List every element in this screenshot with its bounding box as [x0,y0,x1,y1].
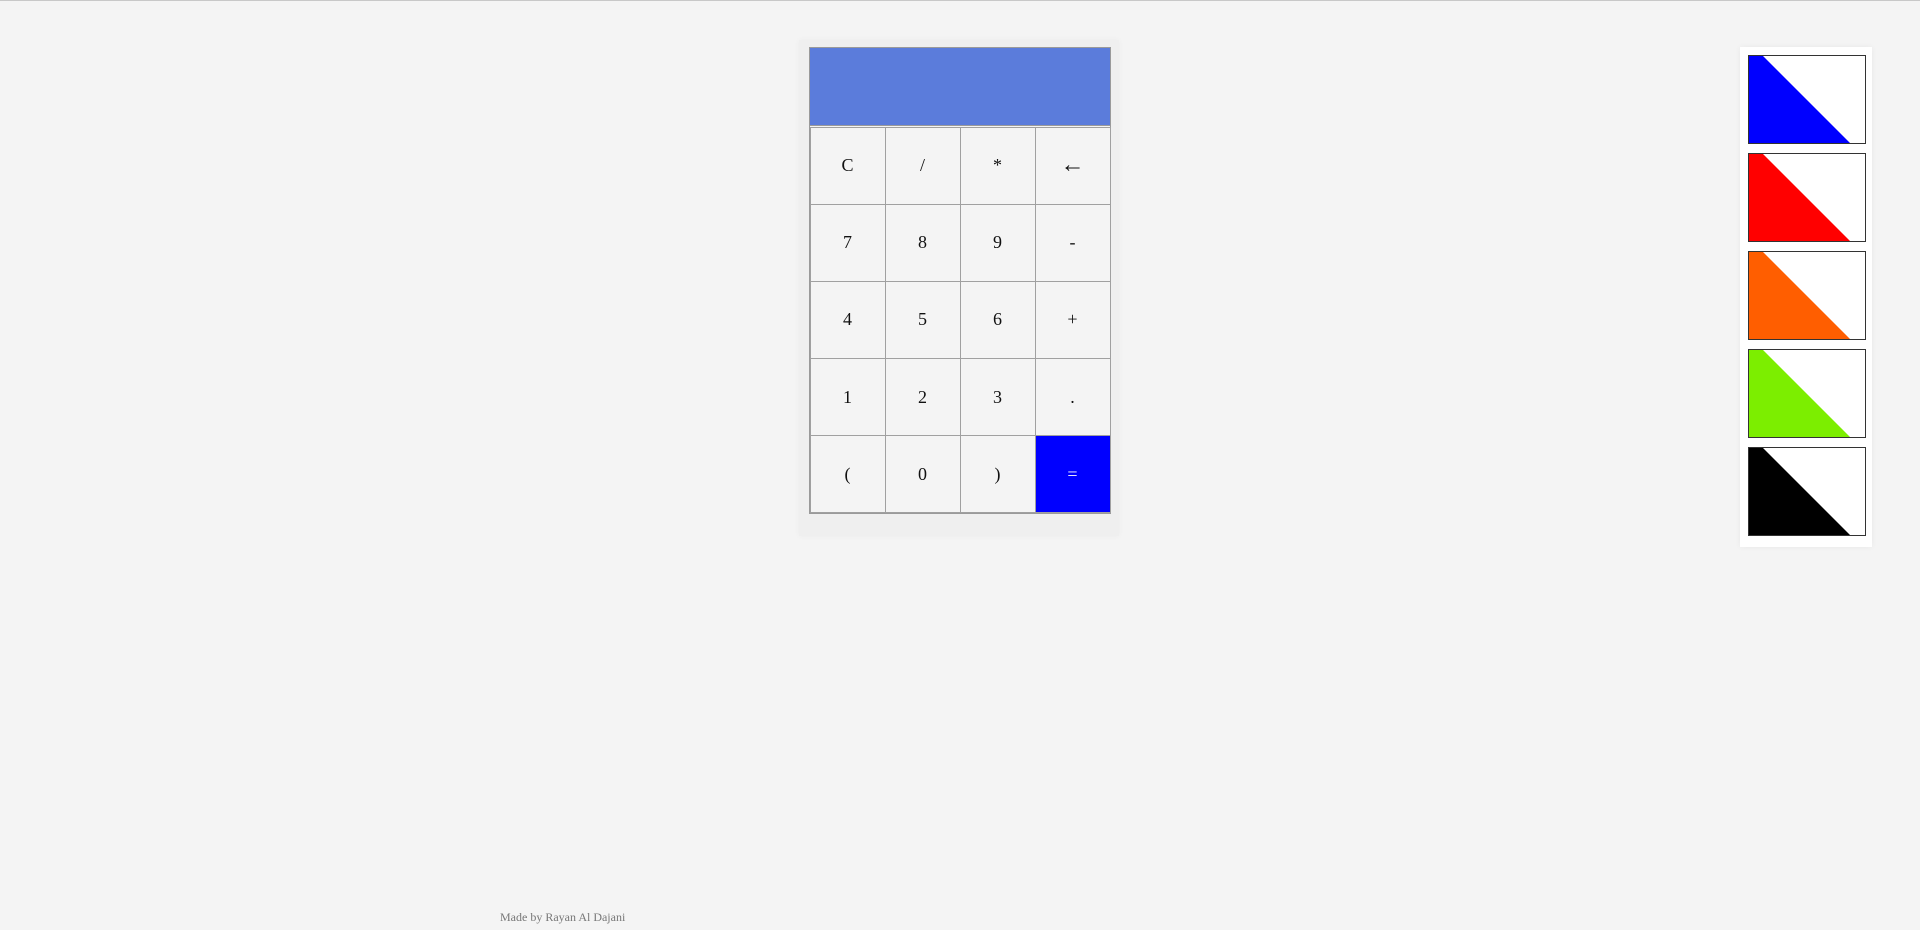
open-paren-button[interactable]: ( [809,435,886,514]
theme-picker [1740,47,1872,547]
divide-button[interactable]: / [884,126,961,205]
digit-5-button[interactable]: 5 [884,280,961,360]
multiply-button[interactable]: * [959,126,1036,205]
footer-credit: Made by Rayan Al Dajani [500,910,626,924]
calculator-display [810,48,1110,126]
digit-4-button[interactable]: 4 [809,280,886,360]
calculator: C / * ← 7 8 9 - 4 5 6 + 1 2 3 . ( 0 ) = [809,47,1111,514]
calculator-container: C / * ← 7 8 9 - 4 5 6 + 1 2 3 . ( 0 ) = [799,40,1119,536]
close-paren-button[interactable]: ) [959,435,1036,514]
theme-swatch-orange[interactable] [1748,251,1866,340]
clear-button[interactable]: C [809,126,886,205]
digit-9-button[interactable]: 9 [959,203,1036,282]
theme-swatch-red[interactable] [1748,153,1866,242]
digit-3-button[interactable]: 3 [959,358,1036,437]
decimal-button[interactable]: . [1034,358,1111,437]
digit-0-button[interactable]: 0 [884,435,961,514]
digit-1-button[interactable]: 1 [809,358,886,437]
theme-swatch-green[interactable] [1748,349,1866,438]
digit-6-button[interactable]: 6 [959,280,1036,360]
equals-button[interactable]: = [1034,435,1111,514]
digit-7-button[interactable]: 7 [809,203,886,282]
digit-8-button[interactable]: 8 [884,203,961,282]
theme-swatch-blue[interactable] [1748,55,1866,144]
subtract-button[interactable]: - [1034,203,1111,282]
add-button[interactable]: + [1034,280,1111,360]
keypad: C / * ← 7 8 9 - 4 5 6 + 1 2 3 . ( 0 ) = [809,126,1111,514]
backspace-button[interactable]: ← [1034,126,1111,205]
digit-2-button[interactable]: 2 [884,358,961,437]
theme-swatch-black[interactable] [1748,447,1866,536]
top-border [0,0,1920,1]
